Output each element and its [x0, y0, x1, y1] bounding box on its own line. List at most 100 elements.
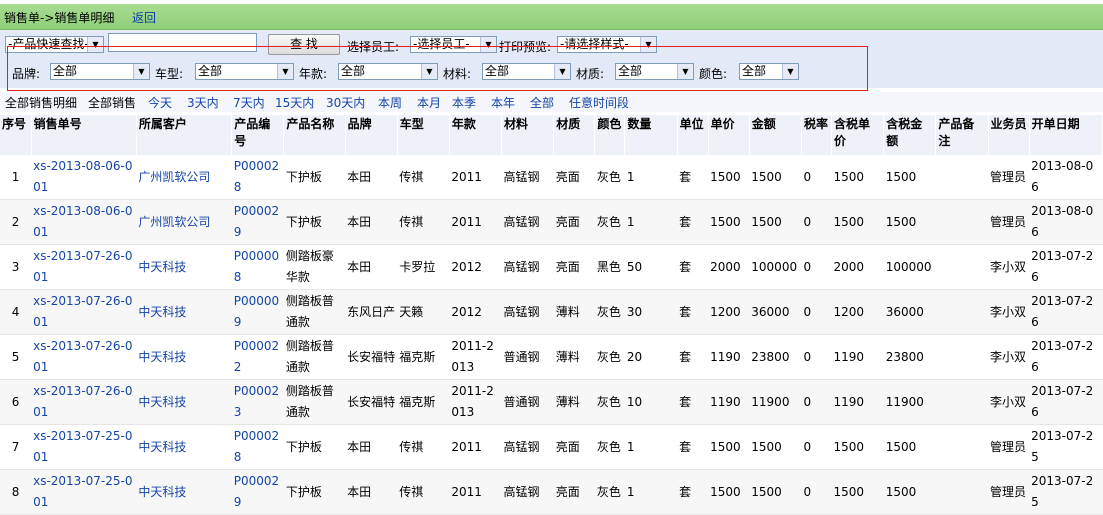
customer-link[interactable]: 广州凯软公司 [136, 199, 232, 245]
color: 黑色 [594, 244, 625, 290]
quick-all-sales[interactable]: 全部销售 [88, 94, 136, 111]
customer-link[interactable]: 中天科技 [136, 379, 232, 425]
highlight-box [7, 46, 868, 91]
unit: 套 [677, 289, 709, 335]
brand: 长安福特 [345, 379, 398, 425]
texture: 亮面 [553, 424, 595, 470]
col-header: 颜色 [594, 115, 626, 155]
product-remark [935, 244, 988, 290]
product-code-link[interactable]: P000028 [231, 155, 284, 200]
order-number-link[interactable]: xs-2013-07-26-001 [31, 244, 137, 290]
quick-this-year[interactable]: 本年 [491, 94, 515, 111]
col-header: 产品备注 [935, 115, 989, 155]
product-code-link[interactable]: P000028 [231, 424, 284, 470]
product-code-link[interactable]: P000009 [231, 289, 284, 335]
customer-link[interactable]: 中天科技 [136, 334, 232, 380]
customer-link[interactable]: 广州凯软公司 [136, 155, 232, 200]
table-row[interactable]: 2 xs-2013-08-06-001 广州凯软公司 P000029 下护板 本田 传祺 20… [0, 199, 1103, 245]
quick-7days[interactable]: 7天内 [233, 94, 265, 111]
back-link[interactable]: 返回 [132, 9, 156, 26]
order-number-link[interactable]: xs-2013-07-25-001 [31, 469, 137, 515]
product-remark [935, 424, 988, 470]
col-header: 材料 [501, 115, 555, 155]
customer-link[interactable]: 中天科技 [136, 244, 232, 290]
quick-30days[interactable]: 30天内 [326, 94, 365, 111]
row-index: 5 [0, 334, 32, 380]
tax-unit-price: 2000 [831, 244, 884, 290]
col-header: 数量 [624, 115, 678, 155]
table-row[interactable]: 7 xs-2013-07-25-001 中天科技 P000028 下护板 本田 传祺 2011… [0, 424, 1103, 470]
tax-rate: 0 [801, 469, 832, 515]
order-number-link[interactable]: xs-2013-07-26-001 [31, 379, 137, 425]
table-row[interactable]: 3 xs-2013-07-26-001 中天科技 P000008 侧踏板豪华款 本田 卡罗拉… [0, 244, 1103, 290]
salesperson: 管理员 [988, 424, 1030, 470]
color: 灰色 [594, 379, 625, 425]
tax-amount: 1500 [883, 469, 936, 515]
quick-3days[interactable]: 3天内 [187, 94, 219, 111]
product-code-link[interactable]: P000008 [231, 244, 284, 290]
tax-rate: 0 [801, 155, 832, 200]
tax-amount: 36000 [883, 289, 936, 335]
order-date: 2013-07-26 [1029, 334, 1103, 380]
table-row[interactable]: 4 xs-2013-07-26-001 中天科技 P000009 侧踏板普通款 东风日产天… [0, 289, 1103, 335]
quick-today[interactable]: 今天 [148, 94, 172, 111]
tax-unit-price: 1500 [831, 155, 884, 200]
order-date: 2013-07-26 [1029, 289, 1103, 335]
col-header: 序号 [0, 115, 32, 155]
amount: 1500 [749, 199, 802, 245]
quick-any-period[interactable]: 任意时间段 [569, 94, 629, 111]
quick-all-detail[interactable]: 全部销售明细 [5, 94, 77, 111]
texture: 亮面 [553, 199, 595, 245]
quick-all[interactable]: 全部 [530, 94, 554, 111]
brand: 本田 [345, 199, 398, 245]
order-number-link[interactable]: xs-2013-07-26-001 [31, 334, 137, 380]
product-code-link[interactable]: P000022 [231, 334, 284, 380]
quick-this-month[interactable]: 本月 [417, 94, 441, 111]
col-header: 年款 [449, 115, 503, 155]
tax-rate: 0 [801, 334, 832, 380]
table-row[interactable]: 1 xs-2013-08-06-001 广州凯软公司 P000028 下护板 本田 传祺 20… [0, 155, 1103, 200]
product-code-link[interactable]: P000029 [231, 469, 284, 515]
quick-this-week[interactable]: 本周 [378, 94, 402, 111]
quantity: 10 [624, 379, 678, 425]
table-row[interactable]: 6 xs-2013-07-26-001 中天科技 P000023 侧踏板普通款 长安福特福… [0, 379, 1103, 425]
order-number-link[interactable]: xs-2013-08-06-001 [31, 199, 137, 245]
unit: 套 [677, 469, 709, 515]
table-header-row: 序号 销售单号 所属客户 产品编号 产品名称 品牌 车型 年款 材料 材质 颜色… [0, 115, 1103, 155]
unit-price: 1190 [708, 379, 750, 425]
product-name: 下护板 [283, 424, 346, 470]
customer-link[interactable]: 中天科技 [136, 289, 232, 335]
product-code-link[interactable]: P000023 [231, 379, 284, 425]
order-number-link[interactable]: xs-2013-08-06-001 [31, 155, 137, 200]
row-index: 7 [0, 424, 32, 470]
customer-link[interactable]: 中天科技 [136, 469, 232, 515]
quick-15days[interactable]: 15天内 [275, 94, 314, 111]
order-number-link[interactable]: xs-2013-07-26-001 [31, 289, 137, 335]
amount: 36000 [749, 289, 802, 335]
product-name: 侧踏板豪华款 [283, 244, 346, 290]
customer-link[interactable]: 中天科技 [136, 424, 232, 470]
title-bar: 销售单->销售单明细 返回 [0, 4, 1103, 30]
quick-this-quarter[interactable]: 本季 [452, 94, 476, 111]
unit-price: 1500 [708, 469, 750, 515]
table-row[interactable]: 5 xs-2013-07-26-001 中天科技 P000022 侧踏板普通款 长安福特福… [0, 334, 1103, 380]
model-year: 2011-2013 [449, 334, 502, 380]
car-model: 传祺 [397, 155, 450, 200]
tax-unit-price: 1190 [831, 379, 884, 425]
product-code-link[interactable]: P000029 [231, 199, 284, 245]
product-remark [935, 469, 988, 515]
car-model: 卡罗拉 [397, 244, 450, 290]
product-name: 侧踏板普通款 [283, 334, 346, 380]
quantity: 1 [624, 424, 678, 470]
order-number-link[interactable]: xs-2013-07-25-001 [31, 424, 137, 470]
col-header: 含税单价 [831, 115, 885, 155]
tax-amount: 100000 [883, 244, 936, 290]
table-row[interactable]: 8 xs-2013-07-25-001 中天科技 P000029 下护板 本田 传祺 2011… [0, 469, 1103, 515]
amount: 1500 [749, 424, 802, 470]
product-name: 下护板 [283, 199, 346, 245]
model-year: 2011 [449, 155, 502, 200]
brand: 长安福特 [345, 334, 398, 380]
tax-unit-price: 1500 [831, 199, 884, 245]
unit: 套 [677, 199, 709, 245]
quantity: 1 [624, 469, 678, 515]
